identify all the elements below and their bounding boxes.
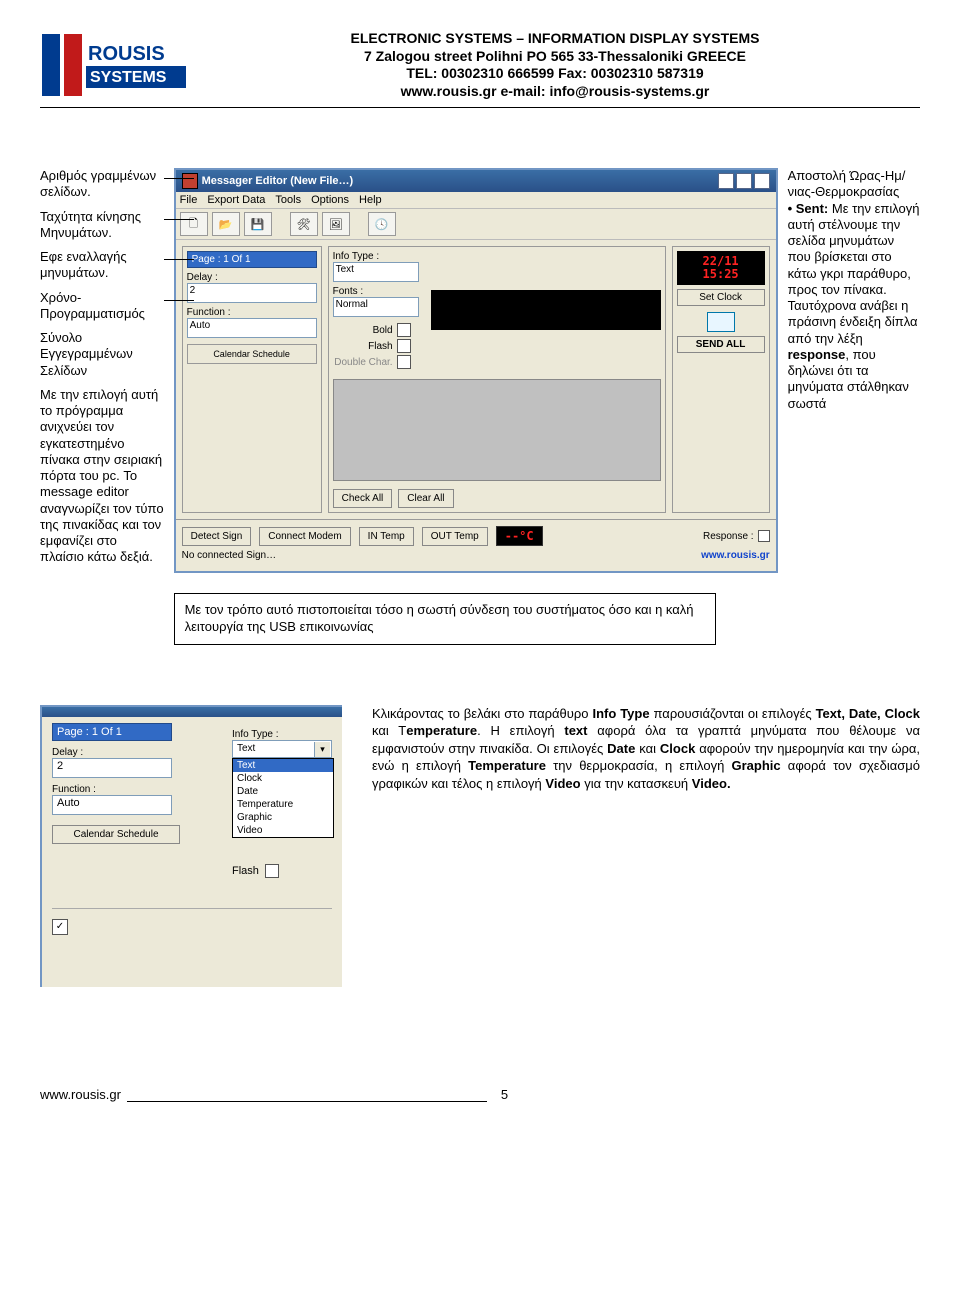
- calendar-schedule-button[interactable]: Calendar Schedule: [187, 344, 317, 364]
- outtemp-button[interactable]: OUT Temp: [422, 527, 488, 546]
- delay-label-2: Delay :: [52, 747, 212, 758]
- image-icon[interactable]: 🖼: [322, 212, 350, 236]
- svg-text:SYSTEMS: SYSTEMS: [90, 69, 167, 86]
- app-window: Messager Editor (New File…) FileExport D…: [174, 168, 778, 573]
- function-label-2: Function :: [52, 784, 212, 795]
- app-window-crop: Page : 1 Of 1 Delay : 2 Function : Auto …: [40, 705, 342, 987]
- fonts-select[interactable]: Normal: [333, 297, 419, 317]
- function-select[interactable]: Auto: [187, 318, 317, 338]
- settings-icon[interactable]: 🛠: [290, 212, 318, 236]
- doublechar-label: Double Char.: [333, 357, 393, 368]
- page-footer: www.rousis.gr5: [40, 1087, 920, 1102]
- flash-label-2: Flash: [232, 865, 259, 877]
- toolbar[interactable]: 🗋 📂 💾 🛠 🖼 🕓: [176, 209, 776, 240]
- infotype-list[interactable]: Text Clock Date Temperature Graphic Vide…: [232, 758, 334, 838]
- infotype-dropdown[interactable]: Text ▾ Text Clock Date Temperature Graph…: [232, 740, 332, 758]
- status-text: No connected Sign…: [182, 550, 277, 561]
- response-label: Response :: [703, 531, 754, 542]
- delay-label: Delay :: [187, 272, 317, 283]
- temperature-display: --°C: [496, 526, 543, 546]
- chevron-down-icon[interactable]: ▾: [314, 742, 330, 757]
- flash-label: Flash: [333, 341, 393, 352]
- function-label: Function :: [187, 307, 317, 318]
- window-controls[interactable]: [718, 173, 770, 189]
- page-indicator-2[interactable]: Page : 1 Of 1: [52, 723, 172, 741]
- bold-label: Bold: [333, 325, 393, 336]
- bold-checkbox[interactable]: [397, 323, 411, 337]
- checkall-button[interactable]: Check All: [333, 489, 393, 508]
- infotype-explanation: Κλικάροντας το βελάκι στο παράθυρο Info …: [372, 705, 920, 793]
- flash-checkbox-2[interactable]: [265, 864, 279, 878]
- status-area: Detect Sign Connect Modem IN Temp OUT Te…: [176, 519, 776, 571]
- title-bar[interactable]: Messager Editor (New File…): [176, 170, 776, 192]
- letterhead: ELECTRONIC SYSTEMS – INFORMATION DISPLAY…: [190, 30, 920, 100]
- fonts-label: Fonts :: [333, 286, 419, 297]
- page-panel: Page : 1 Of 1 Delay : 2 Function : Auto …: [182, 246, 322, 513]
- content-panel: Info Type : Text Fonts : Normal Bold Fla…: [328, 246, 666, 513]
- infotype-label-2: Info Type :: [232, 729, 332, 740]
- response-led: [758, 530, 770, 542]
- function-select-2[interactable]: Auto: [52, 795, 172, 815]
- menu-bar[interactable]: FileExport DataToolsOptionsHelp: [176, 192, 776, 209]
- save-icon[interactable]: 💾: [244, 212, 272, 236]
- new-icon[interactable]: 🗋: [180, 212, 208, 236]
- page-checkbox[interactable]: ✓: [52, 919, 68, 935]
- page-indicator[interactable]: Page : 1 Of 1: [187, 251, 317, 268]
- right-annotations: Αποστολή Ώρας-Ημ/νιας-Θερμοκρασίας • Sen…: [788, 168, 920, 412]
- intemp-button[interactable]: IN Temp: [359, 527, 414, 546]
- mail-icon: [707, 312, 735, 332]
- left-annotations: Αριθμός γραμμένων σελίδων. Ταχύτητα κίνη…: [40, 168, 164, 574]
- calendar-button-2[interactable]: Calendar Schedule: [52, 825, 180, 844]
- logo: ROUSIS SYSTEMS: [40, 30, 190, 103]
- clearall-button[interactable]: Clear All: [398, 489, 453, 508]
- under-note: Με τον τρόπο αυτό πιστοποιείται τόσο η σ…: [174, 593, 716, 645]
- svg-text:ROUSIS: ROUSIS: [88, 43, 165, 65]
- message-canvas[interactable]: [333, 379, 661, 481]
- detectsign-button[interactable]: Detect Sign: [182, 527, 252, 546]
- infotype-label: Info Type :: [333, 251, 419, 262]
- send-panel: 22/1115:25 Set Clock SEND ALL: [672, 246, 770, 513]
- clock-display: 22/1115:25: [677, 251, 765, 285]
- preview-display: [431, 290, 661, 330]
- infotype-select[interactable]: Text: [333, 262, 419, 282]
- doublechar-checkbox[interactable]: [397, 355, 411, 369]
- clock-icon[interactable]: 🕓: [368, 212, 396, 236]
- app-icon: [182, 173, 198, 189]
- window-title: Messager Editor (New File…): [202, 175, 354, 187]
- link-label: www.rousis.gr: [701, 550, 770, 561]
- sendall-button[interactable]: SEND ALL: [677, 336, 765, 353]
- delay-select-2[interactable]: 2: [52, 758, 172, 778]
- setclock-button[interactable]: Set Clock: [677, 289, 765, 306]
- open-icon[interactable]: 📂: [212, 212, 240, 236]
- delay-select[interactable]: 2: [187, 283, 317, 303]
- flash-checkbox[interactable]: [397, 339, 411, 353]
- connectmodem-button[interactable]: Connect Modem: [259, 527, 350, 546]
